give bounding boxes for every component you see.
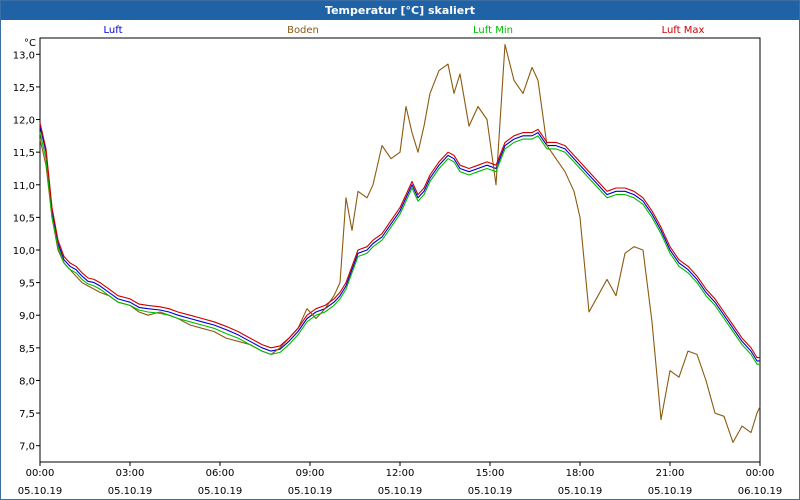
y-tick-label: 10,5	[13, 213, 35, 224]
y-tick-label: 7,0	[19, 442, 35, 453]
y-tick-label: 9,0	[19, 311, 35, 322]
legend-entry-luft-min: Luft Min	[473, 25, 513, 36]
x-tick-date: 05.10.19	[558, 486, 603, 497]
legend: Luft Boden Luft Min Luft Max	[104, 25, 705, 36]
x-tick-date: 05.10.19	[108, 486, 153, 497]
x-tick-time: 21:00	[656, 468, 685, 479]
y-tick-label: 11,0	[13, 181, 35, 192]
legend-entry-luft-max: Luft Max	[662, 25, 705, 36]
x-tick-time: 09:00	[296, 468, 325, 479]
x-tick-date: 05.10.19	[468, 486, 513, 497]
y-tick-label: 8,5	[19, 344, 35, 355]
y-tick-label: 13,0	[13, 50, 35, 61]
y-tick-label: 12,0	[13, 116, 35, 127]
chart-canvas: 7,0 7,5 8,0 8,5 9,0 9,5 10,0 10,5 11,0 11,5 12,0 12…	[13, 25, 783, 497]
x-tick-time: 06:00	[206, 468, 235, 479]
y-tick-label: 11,5	[13, 148, 35, 159]
y-tick-label: 8,0	[19, 376, 35, 387]
x-tick-time: 18:00	[566, 468, 595, 479]
x-tick-time: 03:00	[116, 468, 145, 479]
x-tick-date: 05.10.19	[648, 486, 693, 497]
x-tick-date: 05.10.19	[378, 486, 423, 497]
x-tick-date: 05.10.19	[288, 486, 333, 497]
x-tick-time: 12:00	[386, 468, 415, 479]
axes: 7,0 7,5 8,0 8,5 9,0 9,5 10,0 10,5 11,0 11,5 12,0 12…	[13, 37, 783, 497]
legend-entry-luft: Luft	[104, 25, 123, 36]
x-tick-date: 05.10.19	[198, 486, 243, 497]
y-tick-label: 12,5	[13, 83, 35, 94]
x-tick-date: 06.10.19	[738, 486, 783, 497]
plot-frame	[39, 37, 761, 463]
x-tick-time: 00:00	[26, 468, 55, 479]
x-tick-time: 00:00	[746, 468, 775, 479]
y-tick-label: 7,5	[19, 409, 35, 420]
x-tick-time: 15:00	[476, 468, 505, 479]
y-tick-label: 10,0	[13, 246, 35, 257]
x-tick-date: 05.10.19	[18, 486, 63, 497]
legend-entry-boden: Boden	[287, 25, 319, 36]
y-tick-label: 9,5	[19, 279, 35, 290]
y-axis-unit: °C	[24, 38, 36, 49]
